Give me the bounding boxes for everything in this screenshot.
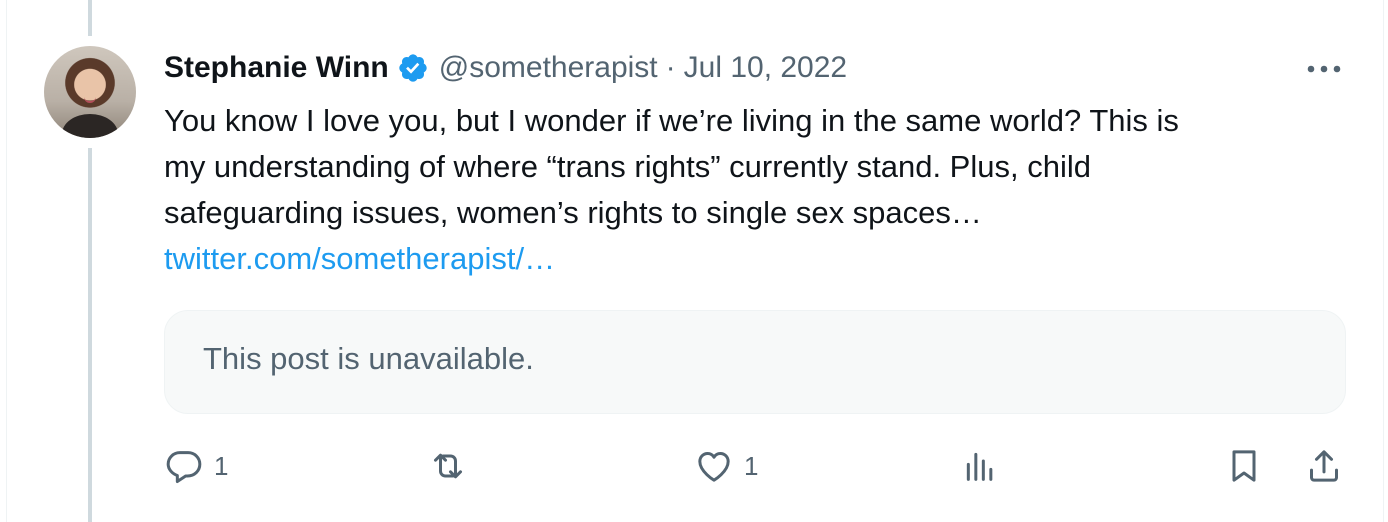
separator-dot: · xyxy=(665,51,676,84)
quoted-post-card: This post is unavailable. xyxy=(164,310,1346,414)
like-icon xyxy=(698,452,730,482)
reply-button[interactable]: 1 xyxy=(164,446,228,486)
reply-count: 1 xyxy=(214,450,229,481)
retweet-icon xyxy=(434,453,462,479)
like-count: 1 xyxy=(744,450,759,481)
unavailable-notice: This post is unavailable. xyxy=(203,341,534,376)
tweet-text: You know I love you, but I wonder if we’… xyxy=(164,98,1334,282)
thread-line xyxy=(88,0,92,36)
avatar-shoulders xyxy=(62,114,118,138)
tweet-text-line: safeguarding issues, women’s rights to s… xyxy=(164,195,982,230)
reply-icon xyxy=(166,451,202,483)
like-button[interactable]: 1 xyxy=(694,446,758,486)
avatar[interactable] xyxy=(44,46,136,138)
share-icon xyxy=(1310,450,1338,482)
author-handle[interactable]: @sometherapist xyxy=(439,51,658,85)
timeline-border-right xyxy=(1383,0,1384,522)
author-name[interactable]: Stephanie Winn xyxy=(164,51,389,85)
tweet-text-line: You know I love you, but I wonder if we’… xyxy=(164,103,1179,138)
bookmark-button[interactable] xyxy=(1224,446,1264,486)
tweet-date[interactable]: Jul 10, 2022 xyxy=(684,51,847,85)
more-icon[interactable] xyxy=(1304,56,1344,82)
tweet-text-line: my understanding of where “trans rights”… xyxy=(164,149,1091,184)
avatar-smile xyxy=(84,96,96,103)
share-button[interactable] xyxy=(1304,446,1344,486)
views-icon xyxy=(966,452,993,481)
views-button[interactable] xyxy=(960,446,1000,486)
verified-badge-icon[interactable] xyxy=(397,52,429,84)
tweet-header: Stephanie Winn @sometherapist · Jul 10, … xyxy=(164,48,847,88)
tweet-link[interactable]: twitter.com/sometherapist/… xyxy=(164,236,1334,282)
thread-line xyxy=(88,148,92,522)
bookmark-icon xyxy=(1232,450,1256,482)
retweet-button[interactable] xyxy=(428,446,468,486)
timeline-border-left xyxy=(6,0,7,522)
